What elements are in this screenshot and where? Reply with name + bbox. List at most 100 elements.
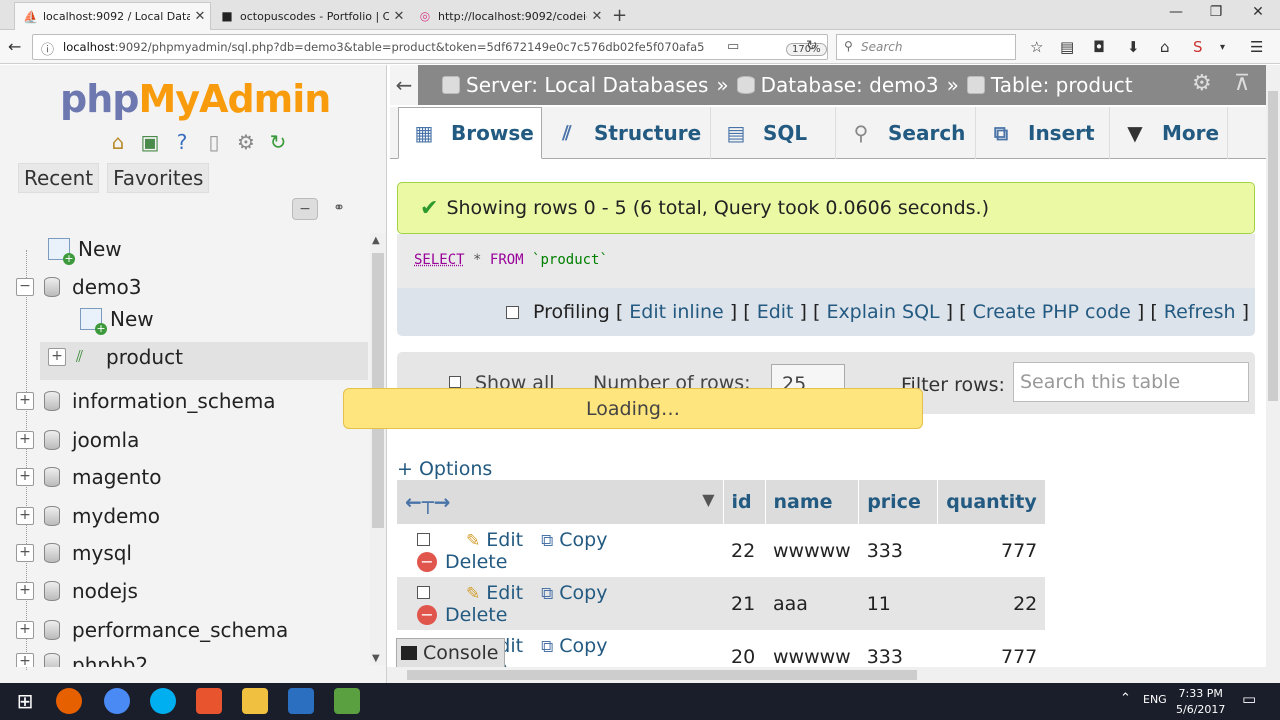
- console-button[interactable]: Console: [396, 638, 505, 668]
- delete-row-link[interactable]: −Delete: [417, 551, 507, 573]
- column-header-id[interactable]: id: [723, 480, 766, 524]
- logout-icon[interactable]: ▣: [136, 129, 164, 155]
- tree-item-new-table[interactable]: New: [80, 304, 154, 335]
- cell-name[interactable]: aaa: [765, 577, 859, 630]
- window-close-icon[interactable]: ✕: [1238, 4, 1278, 20]
- cell-quantity[interactable]: 777: [937, 524, 1046, 577]
- gear-icon[interactable]: ⚙: [1192, 71, 1212, 96]
- show-all-checkbox[interactable]: [449, 376, 461, 388]
- sql-keyword-select[interactable]: SELECT: [414, 252, 465, 268]
- copy-row-link[interactable]: ⧉ Copy: [541, 529, 607, 551]
- link-icon[interactable]: ⚭: [326, 198, 352, 220]
- expand-icon[interactable]: +: [16, 653, 34, 667]
- bookmark-star-icon[interactable]: ☆: [1030, 38, 1043, 56]
- home-icon[interactable]: ⌂: [1160, 38, 1170, 56]
- menu-icon[interactable]: ☰: [1250, 38, 1263, 56]
- tree-item-new[interactable]: New: [48, 234, 122, 265]
- column-resize-icon[interactable]: ←┬→: [405, 490, 451, 514]
- collapse-top-icon[interactable]: ⊼: [1234, 71, 1250, 96]
- tray-chevron-icon[interactable]: ⌃: [1120, 691, 1131, 706]
- tab-recent[interactable]: Recent: [18, 163, 100, 193]
- minimize-icon[interactable]: —: [1156, 4, 1196, 20]
- new-tab-icon[interactable]: +: [612, 5, 627, 26]
- download-icon[interactable]: ⬇: [1127, 38, 1140, 56]
- breadcrumb-database[interactable]: Database: demo3: [736, 73, 939, 97]
- maximize-icon[interactable]: ❐: [1196, 4, 1236, 20]
- filezilla-icon[interactable]: [196, 688, 222, 714]
- cell-quantity[interactable]: 22: [937, 577, 1046, 630]
- library-icon[interactable]: ▤: [1060, 38, 1074, 56]
- breadcrumb-server[interactable]: Server: Local Databases: [442, 73, 708, 97]
- clock[interactable]: 7:33 PM 5/6/2017: [1176, 686, 1225, 718]
- visual-studio-icon[interactable]: [288, 688, 314, 714]
- phpmyadmin-logo[interactable]: phpMyAdmin: [60, 77, 331, 121]
- reload-icon[interactable]: ↻: [806, 38, 818, 54]
- close-icon[interactable]: ✕: [389, 9, 409, 24]
- expand-icon[interactable]: +: [16, 544, 34, 562]
- tab-sql[interactable]: ▤ SQL: [711, 107, 836, 159]
- column-header-price[interactable]: price: [858, 480, 939, 524]
- firefox-icon[interactable]: [56, 688, 82, 714]
- expand-icon[interactable]: +: [16, 507, 34, 525]
- cell-id[interactable]: 21: [723, 577, 765, 630]
- tree-scrollbar[interactable]: ▲ ▼: [370, 233, 386, 665]
- windows-start-icon[interactable]: ⊞: [12, 688, 38, 714]
- copy-row-link[interactable]: ⧉ Copy: [541, 582, 607, 604]
- file-explorer-icon[interactable]: [242, 688, 268, 714]
- chrome-icon[interactable]: [104, 688, 130, 714]
- close-icon[interactable]: ✕: [190, 9, 210, 24]
- browser-tab-octopus[interactable]: ■ octopuscodes - Portfolio | C ✕: [212, 2, 409, 30]
- scrollbar-thumb[interactable]: [407, 670, 917, 680]
- browser-tab-codeigniter[interactable]: ◎ http://localhost:9092/codeig ✕: [410, 2, 607, 30]
- tree-item-nodejs[interactable]: + nodejs: [16, 576, 138, 606]
- back-arrow-icon[interactable]: ←: [8, 37, 21, 56]
- tab-structure[interactable]: ⫽ Structure: [542, 107, 711, 159]
- pocket-icon[interactable]: ◘: [1093, 38, 1105, 56]
- notepad-icon[interactable]: [334, 688, 360, 714]
- browser-tab-phpmyadmin[interactable]: ⛵ localhost:9092 / Local Datab ✕: [14, 2, 211, 30]
- reader-view-icon[interactable]: ▭: [727, 39, 739, 54]
- sort-dropdown-icon[interactable]: ▼: [702, 490, 714, 509]
- cell-name[interactable]: wwwww: [765, 524, 859, 577]
- main-horizontal-scrollbar[interactable]: [387, 667, 1280, 683]
- tree-item-mysql[interactable]: + mysql: [16, 538, 132, 568]
- language-indicator[interactable]: ENG: [1143, 693, 1167, 706]
- tab-browse[interactable]: ▦ Browse: [398, 107, 542, 159]
- search-field[interactable]: ⚲ Search: [836, 34, 1016, 60]
- collapse-panel-icon[interactable]: ←: [390, 65, 418, 105]
- refresh-link[interactable]: Refresh: [1164, 301, 1236, 323]
- tab-search[interactable]: ⚲ Search: [836, 107, 976, 159]
- tree-item-magento[interactable]: + magento: [16, 462, 162, 492]
- column-header-name[interactable]: name: [765, 480, 860, 524]
- home-icon[interactable]: ⌂: [104, 129, 132, 155]
- chevron-down-icon[interactable]: ▾: [1220, 42, 1225, 53]
- main-vertical-scrollbar[interactable]: [1266, 65, 1280, 667]
- breadcrumb-table[interactable]: Table: product: [966, 73, 1133, 97]
- url-bar[interactable]: ⓘ localhost:9092/phpmyadmin/sql.php?db=d…: [32, 34, 828, 60]
- options-link[interactable]: + Options: [397, 458, 492, 480]
- expand-icon[interactable]: +: [16, 392, 34, 410]
- edit-link[interactable]: Edit: [757, 301, 794, 323]
- cell-price[interactable]: 11: [858, 577, 938, 630]
- expand-icon[interactable]: +: [16, 468, 34, 486]
- skype-icon[interactable]: [150, 688, 176, 714]
- explain-sql-link[interactable]: Explain SQL: [826, 301, 939, 323]
- row-checkbox[interactable]: [417, 585, 430, 599]
- collapse-icon[interactable]: −: [16, 278, 34, 296]
- row-checkbox[interactable]: [417, 532, 430, 546]
- filter-rows-input[interactable]: Search this table: [1013, 362, 1249, 402]
- edit-inline-link[interactable]: Edit inline: [629, 301, 723, 323]
- profiling-checkbox[interactable]: [506, 305, 519, 319]
- scroll-down-icon[interactable]: ▼: [372, 653, 380, 664]
- tree-item-performance-schema[interactable]: + performance_schema: [16, 615, 288, 645]
- tree-item-demo3[interactable]: − demo3: [16, 272, 141, 302]
- extension-icon[interactable]: S: [1193, 38, 1203, 56]
- collapse-all-icon[interactable]: −: [292, 198, 318, 220]
- cell-id[interactable]: 22: [723, 524, 765, 577]
- help-icon[interactable]: ?: [168, 129, 196, 155]
- gear-icon[interactable]: ⚙: [232, 129, 260, 155]
- expand-icon[interactable]: +: [16, 621, 34, 639]
- tab-favorites[interactable]: Favorites: [107, 163, 210, 193]
- tree-item-product[interactable]: + ⫽ product: [48, 342, 183, 372]
- delete-row-link[interactable]: −Delete: [417, 604, 507, 626]
